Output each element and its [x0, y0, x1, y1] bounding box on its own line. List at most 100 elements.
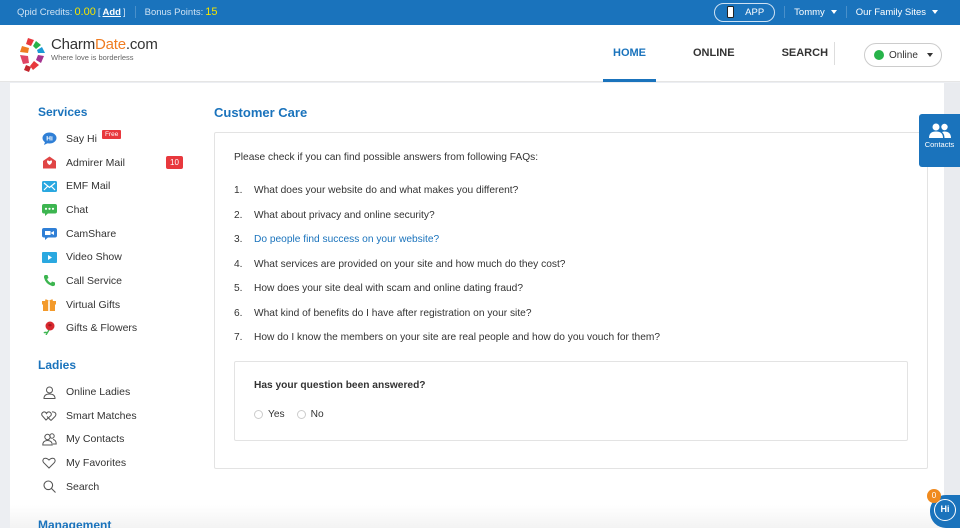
smart-matches-label: Smart Matches: [66, 409, 137, 422]
sidebar-item-search[interactable]: Search: [38, 475, 198, 499]
nav-home[interactable]: HOME: [603, 25, 656, 82]
sidebar-item-emf-mail[interactable]: EMF Mail: [38, 174, 198, 198]
family-sites-menu[interactable]: Our Family Sites: [856, 7, 938, 18]
feedback-options: Yes No: [254, 409, 888, 420]
admirer-mail-label: Admirer Mail: [66, 156, 125, 169]
camshare-label: CamShare: [66, 227, 117, 240]
faq-text: What does your website do and what makes…: [254, 185, 519, 196]
chat-label: Chat: [66, 203, 89, 216]
management-title: Management: [38, 518, 112, 528]
faq-item[interactable]: 5. How does your site deal with scam and …: [234, 283, 908, 308]
emf-mail-icon: [41, 179, 57, 193]
radio-circle[interactable]: [254, 409, 263, 419]
video-show-label: Video Show: [66, 251, 122, 264]
faq-intro: Please check if you can find possible an…: [234, 152, 539, 163]
phone-device-icon: [727, 6, 735, 18]
add-credits-link[interactable]: Add: [103, 7, 121, 18]
app-label: APP: [745, 6, 765, 18]
faq-link[interactable]: Do people find success on your website?: [254, 234, 439, 259]
site-header: CharmDate.com Where love is borderless H…: [0, 25, 960, 82]
chat-icon: [41, 203, 57, 217]
sidebar-item-virtual-gifts[interactable]: Virtual Gifts: [38, 293, 198, 317]
admirer-mail-icon: [41, 156, 57, 170]
services-title: Services: [38, 105, 88, 119]
say-hi-label: Say Hi: [66, 132, 97, 145]
nav-search[interactable]: SEARCH: [772, 25, 838, 82]
faq-text: How do I know the members on your site a…: [254, 332, 661, 343]
faq-text: What kind of benefits do I have after re…: [254, 307, 532, 319]
account-summary: Qpid Credits: 0.00 [ Add ] Bonus Points:…: [17, 6, 219, 18]
charmdate-logo-icon: [20, 38, 45, 72]
ladies-title: Ladies: [38, 358, 77, 373]
online-dot-icon: [874, 50, 884, 60]
my-favorites-label: My Favorites: [66, 457, 127, 470]
divider: [834, 42, 835, 65]
sidebar-item-my-favorites[interactable]: My Favorites: [38, 451, 198, 475]
faq-item[interactable]: 2. What about privacy and online security…: [234, 210, 908, 235]
hearts-icon: [41, 409, 57, 423]
camshare-icon: [41, 227, 57, 241]
contacts-people-icon: [928, 123, 951, 138]
sidebar-item-my-contacts[interactable]: My Contacts: [38, 428, 198, 452]
sidebar-item-say-hi[interactable]: Hi Say Hi Free: [38, 127, 198, 151]
radio-yes[interactable]: Yes: [254, 409, 285, 420]
emf-mail-label: EMF Mail: [66, 180, 111, 193]
divider: [134, 6, 136, 18]
faq-item[interactable]: 4. What services are provided on your sit…: [234, 259, 908, 284]
sidebar-item-video-show[interactable]: Video Show: [38, 245, 198, 269]
contacts-tab[interactable]: Contacts: [919, 114, 960, 167]
contacts-label: Contacts: [924, 140, 955, 149]
add-bracket-close: ]: [122, 6, 126, 18]
app-button[interactable]: APP: [714, 2, 776, 22]
family-sites-label: Our Family Sites: [855, 6, 926, 18]
hi-count-badge: 0: [927, 489, 941, 503]
nav-online[interactable]: ONLINE: [683, 25, 745, 82]
credits-value: 0.00: [74, 6, 96, 18]
gift-icon: [41, 298, 57, 312]
radio-no[interactable]: No: [296, 409, 324, 420]
caret-down-icon: [932, 10, 938, 14]
faq-item[interactable]: 7. How do I know the members on your site…: [234, 332, 908, 357]
call-service-label: Call Service: [66, 274, 123, 287]
sidebar-item-camshare[interactable]: CamShare: [38, 222, 198, 246]
sidebar-item-smart-matches[interactable]: Smart Matches: [38, 404, 198, 428]
search-icon: [41, 480, 57, 494]
feedback-question: Has your question been answered?: [254, 379, 426, 391]
customer-care-panel: Customer Care Please check if you can fi…: [214, 105, 928, 469]
rose-icon: [41, 321, 57, 336]
faq-card: Please check if you can find possible an…: [214, 132, 928, 469]
online-status-select[interactable]: Online: [864, 43, 942, 67]
admirer-mail-count-badge: 10: [166, 156, 183, 170]
divider: [784, 6, 786, 18]
person-icon: [41, 385, 57, 399]
feedback-box: Has your question been answered? Yes No: [234, 360, 908, 441]
svg-text:Hi: Hi: [46, 136, 53, 143]
sidebar-item-online-ladies[interactable]: Online Ladies: [38, 380, 198, 404]
faq-text: What about privacy and online security?: [254, 209, 435, 221]
sidebar-item-chat[interactable]: Chat: [38, 198, 198, 222]
faq-item[interactable]: 1. What does your website do and what mak…: [234, 185, 908, 210]
faq-item[interactable]: 6. What kind of benefits do I have after …: [234, 308, 908, 333]
phone-icon: [41, 274, 57, 288]
online-ladies-label: Online Ladies: [66, 386, 131, 399]
faq-item-link[interactable]: 3. Do people find success on your website…: [234, 234, 908, 259]
gifts-flowers-label: Gifts & Flowers: [66, 322, 138, 335]
caret-down-icon: [926, 53, 933, 57]
logo[interactable]: CharmDate.com Where love is borderless: [17, 36, 158, 72]
sidebar-item-gifts-flowers[interactable]: Gifts & Flowers: [38, 317, 198, 341]
user-menu[interactable]: Tommy: [794, 7, 837, 18]
virtual-gifts-label: Virtual Gifts: [66, 298, 121, 311]
sidebar-item-call-service[interactable]: Call Service: [38, 269, 198, 293]
hi-icon: Hi: [934, 499, 956, 521]
contacts-icon: [41, 432, 57, 446]
brand-name: CharmDate.com: [51, 36, 158, 53]
bonus-label: Bonus Points:: [144, 6, 204, 18]
radio-circle[interactable]: [296, 409, 306, 419]
my-contacts-label: My Contacts: [66, 433, 125, 446]
sidebar-item-admirer-mail[interactable]: Admirer Mail 10: [38, 151, 198, 175]
faq-text: How does your site deal with scam and on…: [254, 283, 523, 294]
top-bar: Qpid Credits: 0.00 [ Add ] Bonus Points:…: [0, 0, 960, 25]
status-value: Online: [889, 49, 918, 61]
bottom-fade: [10, 505, 944, 528]
video-show-icon: [41, 250, 57, 264]
